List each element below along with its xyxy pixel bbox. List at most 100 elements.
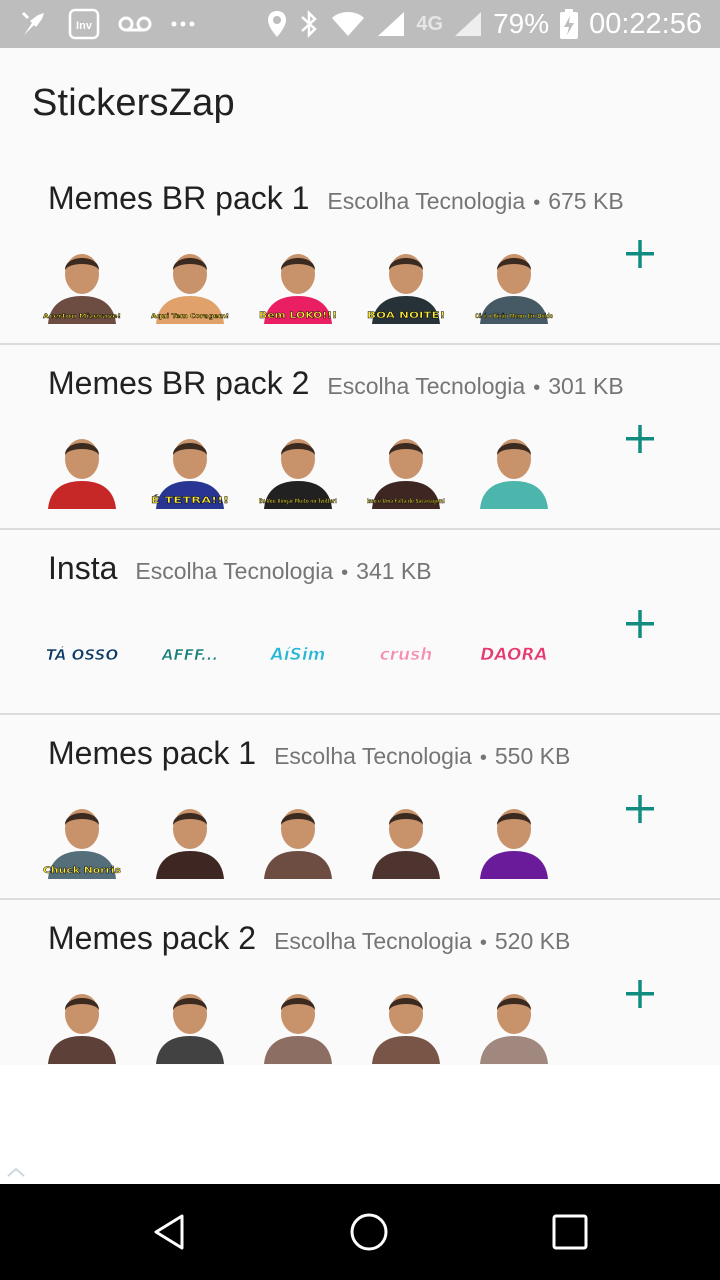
pack-separator-dot: • [533,377,541,399]
pack-size: 550 KB [494,743,571,769]
pack-separator-dot: • [479,747,487,769]
list-empty-area [0,1065,720,1184]
pack-separator-dot: • [341,562,349,584]
pack-size: 301 KB [548,373,624,399]
add-pack-icon[interactable] [618,787,662,831]
pack-header: Memes BR pack 2 Escolha Tecnologia • 301 KB [48,365,624,402]
clock: 00:22:56 [589,7,702,40]
battery-charging-icon [560,9,579,39]
svg-text:Inv: Inv [76,20,93,32]
sticker-preview-strip [40,980,556,1064]
sticker-thumbnail: Cê é o Bixão Memo Em Doido [475,254,553,324]
signal-secondary-icon [455,12,482,36]
sticker-pack-row[interactable]: Memes pack 1 Escolha Tecnologia • 550 KB Chu… [0,715,720,900]
sticker-preview-strip: É TETRA!!! Eu Vou Xingar Muito no Twitter… [40,425,556,509]
sticker-thumbnail [156,809,224,879]
pack-publisher: Escolha Tecnologia [274,743,472,769]
sticker-caption: Bem LOKO!!! [259,311,337,321]
pack-separator-dot: • [533,192,541,214]
bluetooth-icon [301,9,318,39]
sticker-thumbnail [480,809,548,879]
add-pack-icon[interactable] [618,417,662,461]
pack-name: Memes pack 1 [48,735,257,771]
screen: Inv 4G 79% 00:22:56 StickersZap Memes BR… [0,0,720,1280]
sticker-thumbnail [48,994,116,1064]
sticker-preview-strip: TÁ OSSO AFFF... AíSim crush DAORA [40,610,556,694]
sticker-thumbnail: crush [379,645,433,666]
sticker-thumbnail: Acertou Mizerave! [43,254,121,324]
app-title: StickersZap [32,82,235,124]
wifi-icon [332,12,365,36]
sticker-preview-strip: Acertou Mizerave! Aqui Tem Coragem! Bem LO… [40,240,556,324]
sticker-thumbnail: Eu Vou Xingar Muito no Twitter! [259,439,337,509]
sticker-thumbnail: BOA NOITE! [367,254,445,324]
location-icon [268,11,287,37]
more-dots-icon [171,21,195,27]
pack-size: 520 KB [494,928,571,954]
pack-size: 675 KB [548,188,624,214]
sticker-thumbnail: DAORA [480,645,548,666]
battery-percent: 79% [493,8,550,39]
sticker-thumbnail: Isso é Uma Falta de Sacanagem! [367,439,445,509]
sticker-thumbnail [48,439,116,509]
add-pack-icon[interactable] [618,972,662,1016]
sticker-thumbnail: Bem LOKO!!! [259,254,337,324]
add-pack-icon[interactable] [618,232,662,276]
pack-header: Memes pack 2 Escolha Tecnologia • 520 KB [48,920,570,957]
signal-icon [378,12,405,36]
sticker-pack-row[interactable]: Memes pack 2 Escolha Tecnologia • 520 KB [0,900,720,1065]
voicemail-icon [118,16,152,32]
pack-size: 341 KB [356,558,432,584]
pack-name: Memes BR pack 2 [48,365,310,401]
sticker-caption: Chuck Norris [43,866,121,876]
sticker-caption: AíSim [269,645,326,665]
back-icon[interactable] [146,1208,194,1256]
sticker-pack-row[interactable]: Memes BR pack 2 Escolha Tecnologia • 301 KB… [0,345,720,530]
sticker-thumbnail [480,994,548,1064]
sticker-thumbnail: Aqui Tem Coragem! [151,254,229,324]
sticker-pack-list[interactable]: Memes BR pack 1 Escolha Tecnologia • 675 KB… [0,160,720,1065]
pack-name: Memes BR pack 1 [48,180,310,216]
navigation-bar [0,1184,720,1280]
sticker-caption: crush [380,645,433,665]
sticker-thumbnail: É TETRA!!! [151,439,229,509]
sticker-thumbnail [264,994,332,1064]
sticker-caption: Acertou Mizerave! [43,313,121,320]
sticker-caption: Aqui Tem Coragem! [151,313,229,320]
notification-icon [21,11,44,35]
sticker-caption: TÁ OSSO [46,645,119,664]
pack-name: Memes pack 2 [48,920,257,956]
pack-publisher: Escolha Tecnologia [135,558,334,584]
pack-header: Memes pack 1 Escolha Tecnologia • 550 KB [48,735,570,772]
sticker-caption: AFFF... [161,646,218,664]
sticker-thumbnail [264,809,332,879]
pack-publisher: Escolha Tecnologia [327,373,526,399]
sticker-caption: Isso é Uma Falta de Sacanagem! [367,498,445,505]
sticker-caption: Cê é o Bixão Memo Em Doido [475,313,553,320]
pack-header: Memes BR pack 1 Escolha Tecnologia • 675 KB [48,180,624,217]
sticker-pack-row[interactable]: Insta Escolha Tecnologia • 341 KB TÁ OSSO AFF… [0,530,720,715]
pack-separator-dot: • [479,932,487,954]
sticker-thumbnail [372,809,440,879]
sticker-thumbnail: AFFF... [161,646,219,665]
sticker-thumbnail: TÁ OSSO [45,645,119,665]
sticker-thumbnail [372,994,440,1064]
sticker-caption: Eu Vou Xingar Muito no Twitter! [259,498,337,505]
sticker-caption: DAORA [480,645,547,665]
home-icon[interactable] [345,1208,393,1256]
sticker-thumbnail [156,994,224,1064]
inv-app-icon: Inv [68,8,100,40]
add-pack-icon[interactable] [618,602,662,646]
sticker-pack-row[interactable]: Memes BR pack 1 Escolha Tecnologia • 675 KB… [0,160,720,345]
status-bar: Inv 4G 79% 00:22:56 [0,0,720,48]
sticker-thumbnail [480,439,548,509]
sticker-thumbnail: AíSim [268,645,326,666]
network-type-label: 4G [416,12,444,35]
recents-icon[interactable] [546,1208,594,1256]
pack-header: Insta Escolha Tecnologia • 341 KB [48,550,432,587]
scroll-indicator-icon [7,1167,25,1177]
pack-publisher: Escolha Tecnologia [327,188,526,214]
pack-name: Insta [48,550,118,586]
pack-publisher: Escolha Tecnologia [274,928,472,954]
sticker-thumbnail: Chuck Norris [43,809,121,879]
